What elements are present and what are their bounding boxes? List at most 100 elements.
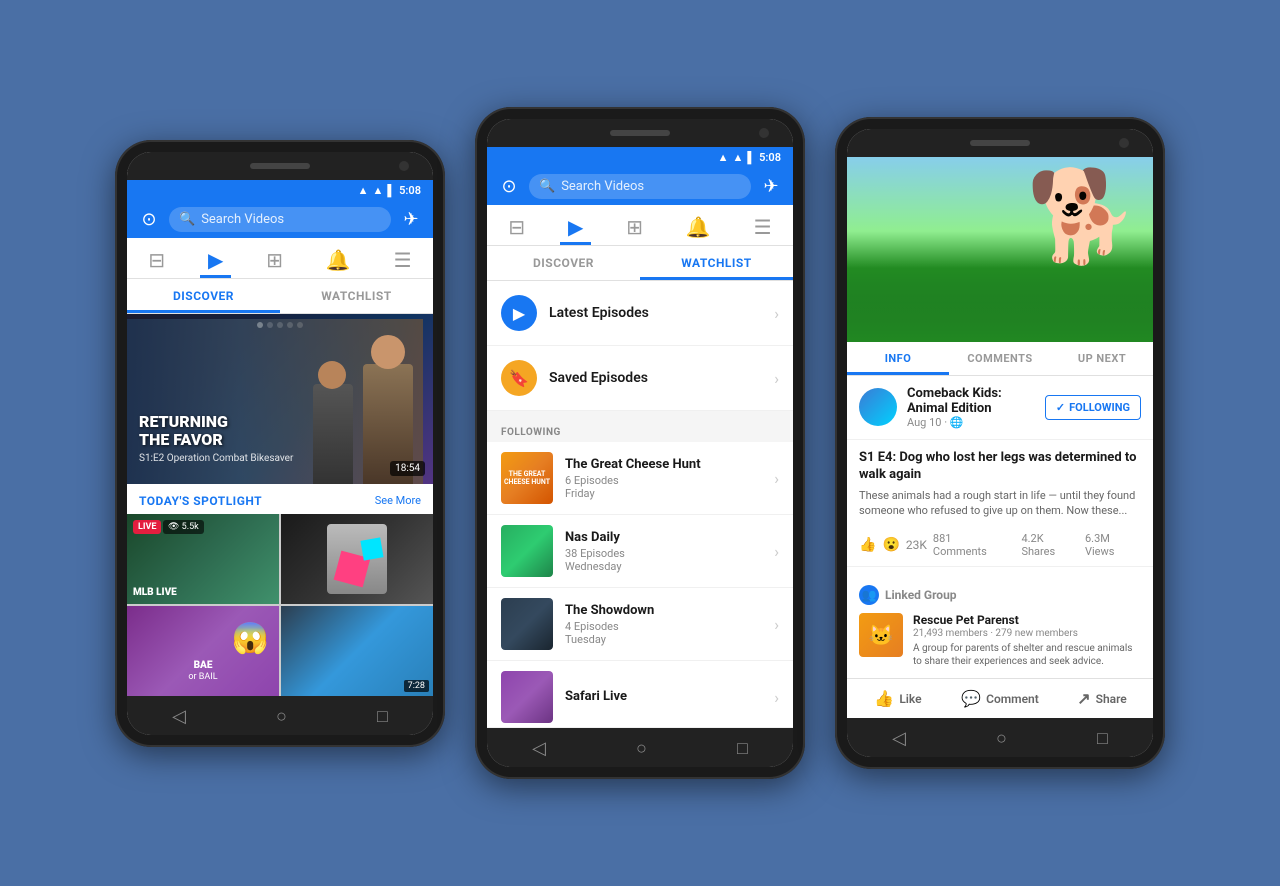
search-bar-2[interactable]: 🔍 Search Videos xyxy=(529,174,751,199)
dog-image: 🐕 xyxy=(847,157,1153,342)
tab-store-2[interactable]: ⊞ xyxy=(618,213,651,241)
tab-discover-1[interactable]: DISCOVER xyxy=(127,279,280,313)
recent-btn-1[interactable]: □ xyxy=(377,706,388,727)
tab-video-1[interactable]: ▶ xyxy=(200,246,231,274)
show-episodes-1: 38 Episodes xyxy=(565,547,774,560)
show-item-0[interactable]: THE GREAT CHEESE HUNT The Great Cheese H… xyxy=(487,442,793,515)
camera-icon[interactable]: ⊙ xyxy=(137,209,161,230)
home-btn-2[interactable]: ○ xyxy=(636,738,647,759)
tab-notifications-1[interactable]: 🔔 xyxy=(318,246,359,274)
group-card[interactable]: 🐱 Rescue Pet Parenst 21,493 members · 27… xyxy=(859,613,1141,668)
show-day-0: Friday xyxy=(565,487,774,500)
home-btn-3[interactable]: ○ xyxy=(996,728,1007,749)
spotlight-header: TODAY'S SPOTLIGHT See More xyxy=(127,484,433,514)
show-episodes-2: 4 Episodes xyxy=(565,620,774,633)
camera-icon-2[interactable]: ⊙ xyxy=(497,176,521,197)
phone-2: ▲ ▲ ▌ 5:08 ⊙ 🔍 Search Videos ✈ ⊟ ▶ ⊞ 🔔 ☰ xyxy=(475,107,805,779)
grid-item-4[interactable]: 7:28 xyxy=(281,606,433,696)
hero-overlay: RETURNINGTHE FAVOR S1:E2 Operation Comba… xyxy=(139,413,293,463)
like-button[interactable]: 👍 Like xyxy=(847,689,949,708)
wifi-icon: ▲ xyxy=(372,184,383,197)
tab-icons-2: ⊟ ▶ ⊞ 🔔 ☰ xyxy=(487,205,793,246)
status-time-1: 5:08 xyxy=(399,184,421,197)
see-more-link[interactable]: See More xyxy=(375,494,421,507)
bottom-nav-2: ◁ ○ □ xyxy=(487,728,793,767)
tab-menu-1[interactable]: ☰ xyxy=(386,246,420,274)
show-item-2[interactable]: The Showdown 4 Episodes Tuesday › xyxy=(487,588,793,661)
group-icon: 👥 xyxy=(859,585,879,605)
tab-news-1[interactable]: ⊟ xyxy=(140,246,173,274)
show-item-1[interactable]: Nas Daily 38 Episodes Wednesday › xyxy=(487,515,793,588)
search-placeholder-2: Search Videos xyxy=(561,179,644,194)
group-avatar-img: 🐱 xyxy=(859,613,903,657)
tab-video-2[interactable]: ▶ xyxy=(560,213,591,241)
latest-label: Latest Episodes xyxy=(549,305,774,321)
show-day-1: Wednesday xyxy=(565,560,774,573)
hero-duration: 18:54 xyxy=(390,461,425,476)
like-label: Like xyxy=(899,692,921,706)
show-chevron-3: › xyxy=(774,688,779,707)
tab-comments[interactable]: COMMENTS xyxy=(949,342,1051,375)
tab-bell-2[interactable]: 🔔 xyxy=(678,213,719,241)
recent-btn-2[interactable]: □ xyxy=(737,738,748,759)
recent-btn-3[interactable]: □ xyxy=(1097,728,1108,749)
show-item-3[interactable]: Safari Live › xyxy=(487,661,793,728)
saved-label: Saved Episodes xyxy=(549,370,774,386)
linked-group-label: 👥 Linked Group xyxy=(859,585,1141,605)
share-button[interactable]: ↗ Share xyxy=(1051,689,1153,708)
mlb-logo: MLB LIVE xyxy=(133,587,177,598)
show-name-2: The Showdown xyxy=(565,603,774,618)
show-info-0: The Great Cheese Hunt 6 Episodes Friday xyxy=(565,457,774,500)
back-btn-1[interactable]: ◁ xyxy=(172,706,186,727)
tab-watchlist-2[interactable]: WATCHLIST xyxy=(640,246,793,280)
following-button[interactable]: ✓ FOLLOWING xyxy=(1045,395,1141,420)
grid-item-1[interactable]: LIVE 👁 5.5k MLB LIVE xyxy=(127,514,279,604)
tab-discover-2[interactable]: DISCOVER xyxy=(487,246,640,280)
tab-watchlist-1[interactable]: WATCHLIST xyxy=(280,279,433,313)
search-bar-1[interactable]: 🔍 Search Videos xyxy=(169,207,391,232)
back-btn-3[interactable]: ◁ xyxy=(892,728,906,749)
tab-store-1[interactable]: ⊞ xyxy=(258,246,291,274)
grid-item-3[interactable]: BAE or BAIL 😱 xyxy=(127,606,279,696)
tab-news-2[interactable]: ⊟ xyxy=(500,213,533,241)
back-btn-2[interactable]: ◁ xyxy=(532,738,546,759)
watchlist-content: ▶ Latest Episodes › 🔖 Saved Episodes › F… xyxy=(487,281,793,728)
latest-episodes-row[interactable]: ▶ Latest Episodes › xyxy=(487,281,793,346)
action-bar: 👍 Like 💬 Comment ↗ Share xyxy=(847,678,1153,718)
tab-menu-2[interactable]: ☰ xyxy=(746,213,780,241)
bottom-nav-1: ◁ ○ □ xyxy=(127,696,433,735)
comment-button[interactable]: 💬 Comment xyxy=(949,689,1051,708)
hero-image-1[interactable]: RETURNINGTHE FAVOR S1:E2 Operation Comba… xyxy=(127,314,433,484)
show-header-name: Comeback Kids: Animal Edition xyxy=(907,386,1045,416)
show-name-0: The Great Cheese Hunt xyxy=(565,457,774,472)
nas-thumb xyxy=(501,525,553,577)
show-day-2: Tuesday xyxy=(565,633,774,646)
tab-info[interactable]: INFO xyxy=(847,342,949,375)
grid-item-2[interactable] xyxy=(281,514,433,604)
saved-episodes-row[interactable]: 🔖 Saved Episodes › xyxy=(487,346,793,411)
safari-thumb xyxy=(501,671,553,723)
group-desc: A group for parents of shelter and rescu… xyxy=(913,642,1141,668)
showdown-thumb xyxy=(501,598,553,650)
messenger-icon-2[interactable]: ✈ xyxy=(759,176,783,197)
latest-chevron: › xyxy=(774,304,779,323)
signal-icon-2: ▲ xyxy=(718,151,729,164)
saved-icon: 🔖 xyxy=(501,360,537,396)
status-time-2: 5:08 xyxy=(759,151,781,164)
video-grid: LIVE 👁 5.5k MLB LIVE BAE or BAIL 😱 7 xyxy=(127,514,433,696)
phone-1: ▲ ▲ ▌ 5:08 ⊙ 🔍 Search Videos ✈ ⊟ xyxy=(115,140,445,747)
menu-icon: ☰ xyxy=(394,248,412,272)
show-header-date: Aug 10 · 🌐 xyxy=(907,416,1045,429)
sub-tabs-2: DISCOVER WATCHLIST xyxy=(487,246,793,281)
phone-camera-3 xyxy=(1119,138,1129,148)
home-btn-1[interactable]: ○ xyxy=(276,706,287,727)
comment-icon: 💬 xyxy=(961,689,981,708)
hero-title: RETURNINGTHE FAVOR xyxy=(139,413,293,448)
dog-emoji: 🐕 xyxy=(1026,172,1138,262)
tab-upnext[interactable]: UP NEXT xyxy=(1051,342,1153,375)
show-thumb-1 xyxy=(501,525,553,577)
show-info-3: Safari Live xyxy=(565,689,774,706)
bell-icon: 🔔 xyxy=(326,248,351,272)
show-episodes-0: 6 Episodes xyxy=(565,474,774,487)
messenger-icon[interactable]: ✈ xyxy=(399,209,423,230)
